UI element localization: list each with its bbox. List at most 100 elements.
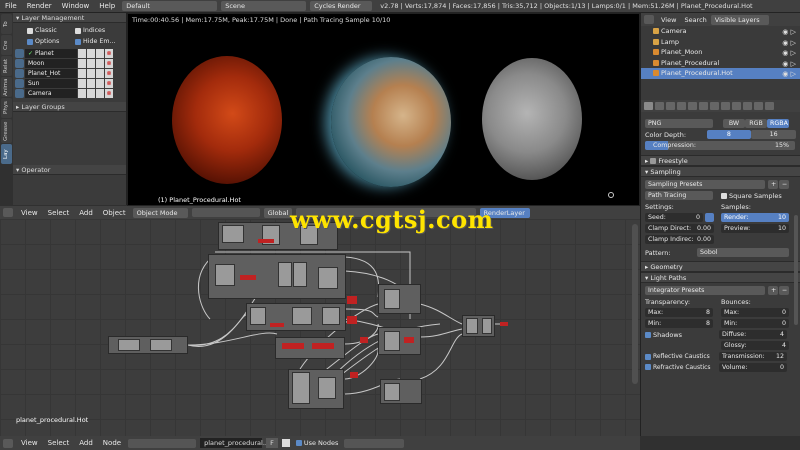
outliner-item[interactable]: Camera ◉ ▷ <box>641 26 800 37</box>
color-ramp-node[interactable] <box>347 296 357 304</box>
preview-samples-field[interactable]: Preview: 10 <box>721 224 789 233</box>
shader-node[interactable] <box>215 264 235 286</box>
animated-seed-toggle[interactable] <box>705 213 714 222</box>
shader-node[interactable] <box>466 318 478 334</box>
sampling-section[interactable]: ▾ Sampling <box>641 166 800 177</box>
menu-add[interactable]: Add <box>74 209 98 217</box>
shader-node[interactable] <box>384 383 400 401</box>
refractive-caustics-checkbox[interactable] <box>645 364 651 370</box>
shader-node[interactable] <box>292 372 310 404</box>
lock-icon[interactable] <box>87 59 95 68</box>
properties-scrollbar[interactable] <box>794 215 798 325</box>
shader-node[interactable] <box>222 225 244 243</box>
shadows-checkbox[interactable] <box>645 331 651 338</box>
fake-user-button[interactable]: F <box>266 438 278 448</box>
diffuse-field[interactable]: Diffuse: 4 <box>719 330 787 339</box>
menu-file[interactable]: File <box>0 2 22 10</box>
visibility-icon[interactable] <box>96 49 104 58</box>
shader-node[interactable] <box>318 377 336 399</box>
file-format-select[interactable]: PNG <box>645 119 713 128</box>
eye-icon[interactable] <box>15 79 24 88</box>
eye-icon[interactable] <box>15 49 24 58</box>
remove-icon[interactable]: ⊗ <box>105 49 113 58</box>
tab-create[interactable]: Cre <box>1 35 12 55</box>
tab-grease-pencil[interactable]: Grease P <box>1 119 20 143</box>
transparency-min-field[interactable]: Min: 8 <box>645 319 713 328</box>
layer-name[interactable]: ✓ Planet <box>25 49 77 58</box>
classic-checkbox[interactable] <box>27 27 33 34</box>
menu-render[interactable]: Render <box>22 2 57 10</box>
modifiers-tab-icon[interactable] <box>710 102 719 110</box>
menu-add[interactable]: Add <box>74 439 98 447</box>
remove-icon[interactable]: ⊗ <box>105 89 113 98</box>
clamp-indirect-field[interactable]: Clamp Indirec: 0.00 <box>645 235 714 244</box>
color-ramp-node[interactable] <box>282 343 304 349</box>
object-tab-icon[interactable] <box>688 102 697 110</box>
display-filter-select[interactable]: Visible Layers <box>710 14 769 25</box>
integrator-presets-select[interactable]: Integrator Presets <box>645 286 765 295</box>
cursor-icon[interactable] <box>78 59 86 68</box>
editor-type-icon[interactable] <box>3 208 13 217</box>
shader-node[interactable] <box>384 289 400 309</box>
operator-header[interactable]: ▾ Operator <box>13 165 126 175</box>
shader-node[interactable] <box>118 339 140 351</box>
menu-search[interactable]: Search <box>680 16 710 24</box>
reflective-caustics-checkbox[interactable] <box>645 353 651 360</box>
tab-physics[interactable]: Phys <box>1 98 12 118</box>
outliner-item[interactable]: Lamp ◉ ▷ <box>641 37 800 48</box>
integrator-select[interactable]: Path Tracing <box>645 191 713 200</box>
menu-object[interactable]: Object <box>98 209 131 217</box>
visibility-icon[interactable] <box>96 79 104 88</box>
hide-empty-checkbox[interactable] <box>75 38 81 45</box>
add-preset-button[interactable]: + <box>768 286 778 295</box>
remove-icon[interactable]: ⊗ <box>105 69 113 78</box>
freestyle-checkbox[interactable] <box>650 158 657 164</box>
layer-row[interactable]: ✓ Planet ⊗ <box>15 49 124 58</box>
lock-icon[interactable] <box>87 79 95 88</box>
use-nodes-checkbox[interactable] <box>295 440 302 446</box>
remove-preset-button[interactable]: − <box>779 286 789 295</box>
transparency-max-field[interactable]: Max: 8 <box>645 308 713 317</box>
shader-node[interactable] <box>292 307 312 325</box>
remove-icon[interactable]: ⊗ <box>105 79 113 88</box>
layer-name[interactable]: Camera <box>25 89 77 98</box>
remove-preset-button[interactable]: − <box>779 180 789 189</box>
visibility-icon[interactable] <box>96 89 104 98</box>
node-editor-scrollbar[interactable] <box>632 224 638 384</box>
screen-layout-select[interactable]: Default <box>122 1 218 11</box>
menu-view[interactable]: View <box>657 16 680 24</box>
shader-node[interactable] <box>278 262 292 287</box>
render-samples-field[interactable]: Render: 10 <box>721 213 789 222</box>
eye-icon[interactable] <box>15 59 24 68</box>
depth-16-button[interactable]: 16 <box>751 130 796 139</box>
layer-row[interactable]: Camera ⊗ <box>15 89 124 98</box>
tab-animation[interactable]: Anima <box>1 77 12 97</box>
light-paths-section[interactable]: ▾ Light Paths <box>641 272 800 283</box>
layer-row[interactable]: Sun ⊗ <box>15 79 124 88</box>
render-tab-icon[interactable] <box>644 102 653 110</box>
color-ramp-node[interactable] <box>404 337 414 343</box>
glossy-field[interactable]: Glossy: 4 <box>721 341 789 350</box>
close-icon[interactable] <box>281 439 290 447</box>
menu-view[interactable]: View <box>16 439 43 447</box>
square-samples-checkbox[interactable] <box>721 192 727 199</box>
indices-checkbox[interactable] <box>75 27 81 34</box>
remove-icon[interactable]: ⊗ <box>105 59 113 68</box>
cursor-icon[interactable] <box>78 89 86 98</box>
shader-node[interactable] <box>482 318 492 334</box>
tab-layers[interactable]: Lay <box>1 144 12 164</box>
outliner-item-selected[interactable]: Planet_Procedural.Hot ◉ ▷ <box>641 68 800 79</box>
editor-type-icon[interactable] <box>644 15 654 24</box>
visibility-icon[interactable]: ◉ ▷ <box>782 69 796 80</box>
snap-buttons[interactable] <box>344 438 405 448</box>
material-name-field[interactable]: planet_procedural... <box>200 438 269 448</box>
tab-tools[interactable]: To <box>1 14 12 34</box>
color-ramp-node[interactable] <box>360 337 368 343</box>
color-ramp-node[interactable] <box>312 343 334 349</box>
rgb-button[interactable]: RGB <box>745 119 767 128</box>
particles-tab-icon[interactable] <box>754 102 763 110</box>
color-ramp-node[interactable] <box>347 316 357 324</box>
output-node[interactable] <box>500 322 508 326</box>
cursor-icon[interactable] <box>78 79 86 88</box>
options-checkbox[interactable] <box>27 38 33 45</box>
